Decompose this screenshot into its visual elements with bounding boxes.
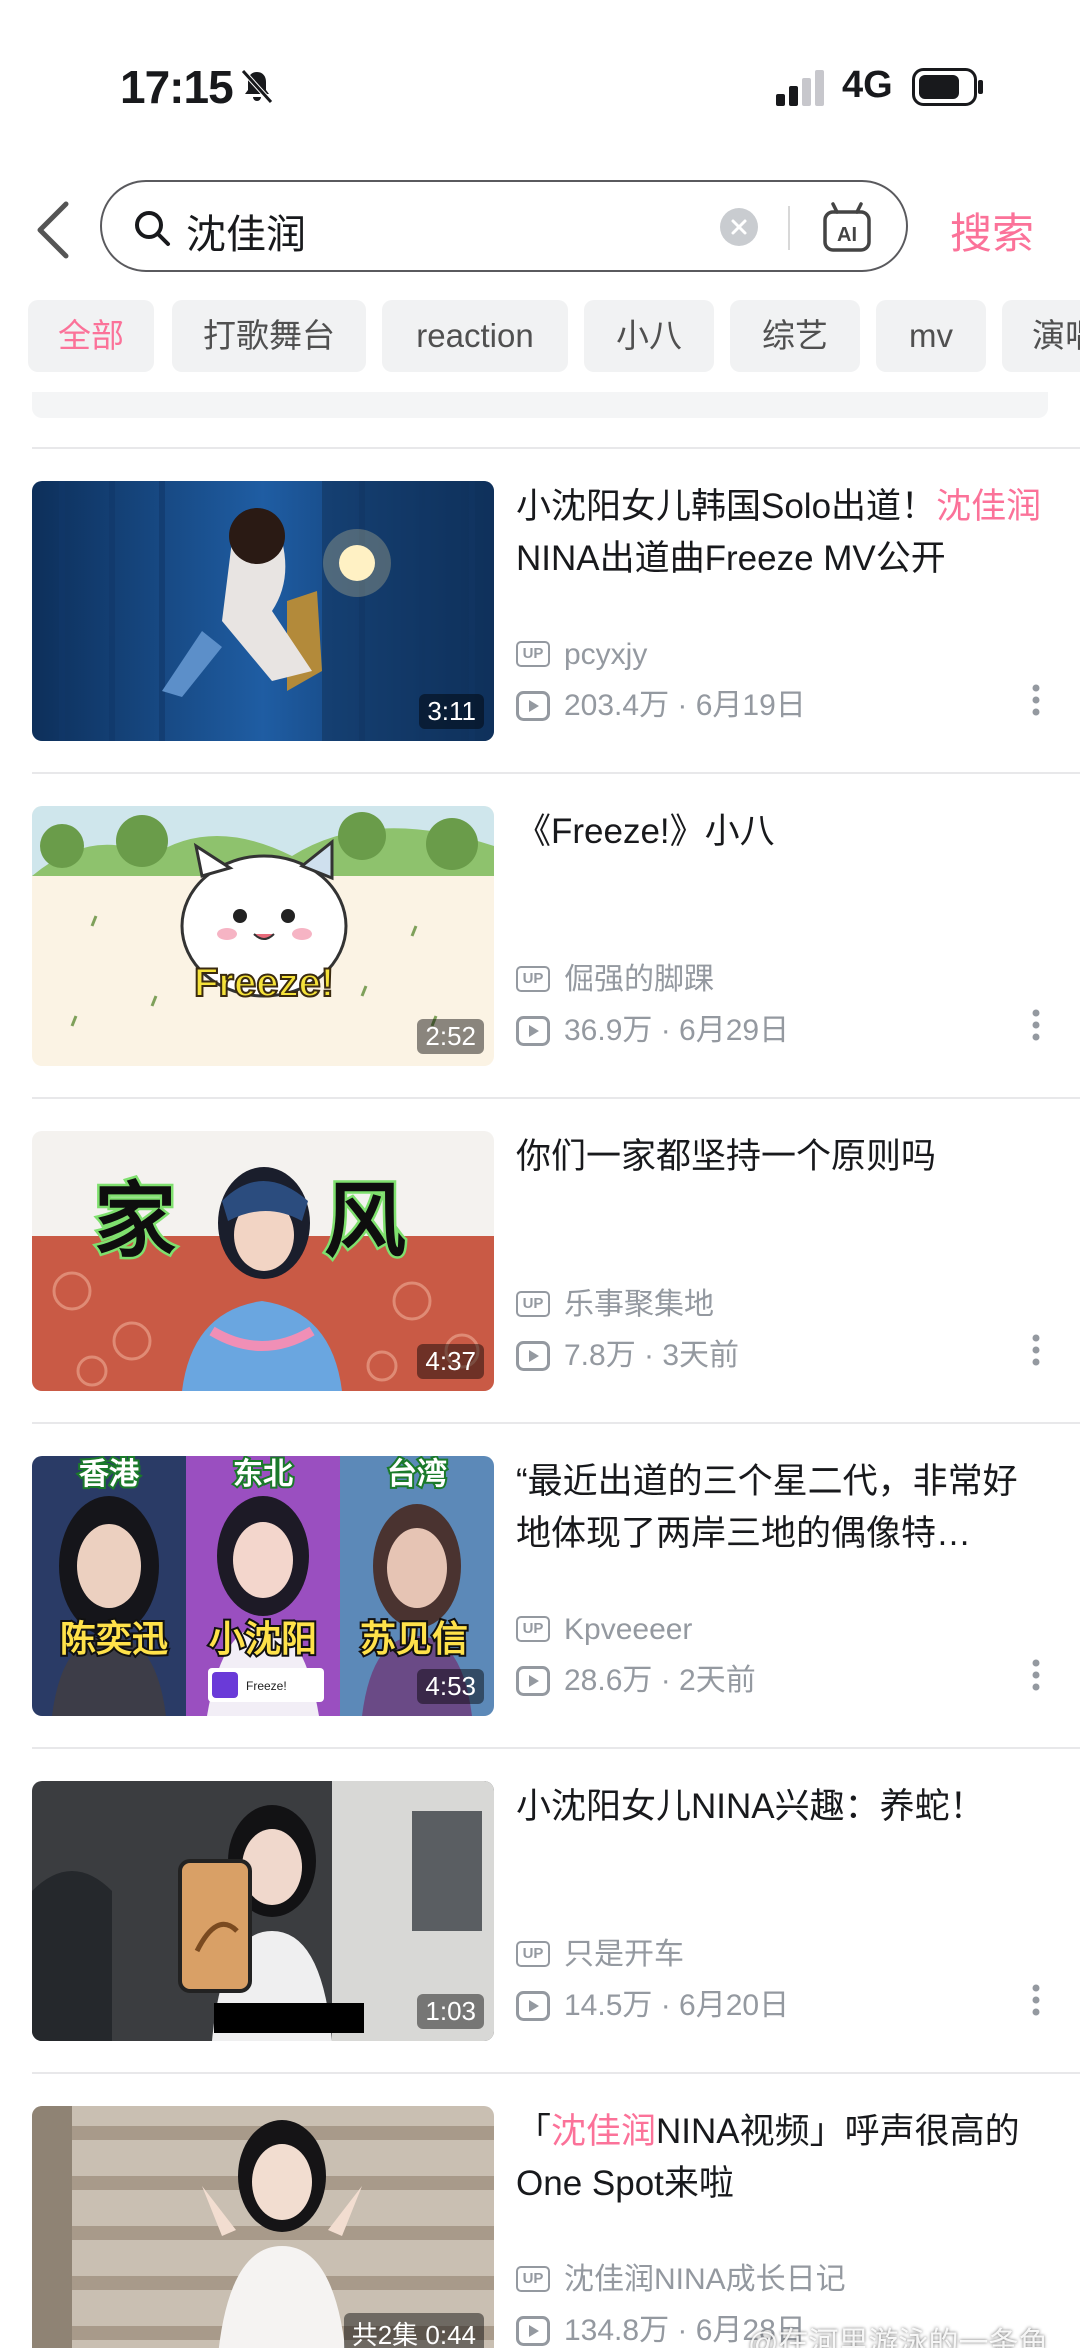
up-icon: UP: [516, 1941, 550, 1967]
video-thumbnail[interactable]: 共2集 0:44: [32, 2106, 494, 2348]
filter-tab-concert[interactable]: 演唱: [1002, 300, 1080, 372]
filter-tab-all[interactable]: 全部: [28, 300, 154, 372]
title-text: 你们一家都坚持一个原则吗: [516, 1137, 937, 1176]
title-text: 小沈阳女儿韩国Solo出道！: [516, 487, 937, 526]
filter-tabs: 全部 打歌舞台 reaction 小八 综艺 mv 演唱: [0, 300, 1080, 376]
video-item[interactable]: 香港 东北 台湾 陈奕迅 小沈阳 苏见信 Freeze! 4:53 “最近出道的…: [0, 1424, 1080, 1749]
ai-assistant-icon[interactable]: AI: [822, 200, 872, 256]
video-duration: 3:11: [419, 694, 484, 729]
title-text: 小沈阳女儿NINA兴趣：养蛇！: [516, 1787, 985, 1826]
filter-tab-reaction[interactable]: reaction: [382, 300, 568, 372]
signal-icon: [776, 70, 824, 106]
video-duration: 2:52: [417, 1019, 484, 1054]
title-highlight: 沈佳润: [936, 487, 1042, 526]
play-count-icon: [516, 1666, 550, 1696]
thumbnail-card-text: Freeze!: [246, 1679, 287, 1693]
up-icon: UP: [516, 2266, 550, 2292]
thumbnail-caption-left: 家: [94, 1174, 176, 1269]
status-time: 17:15: [120, 61, 234, 113]
status-bar: 17:15 4G: [0, 0, 1080, 170]
thumbnail-name-label: 陈奕迅: [60, 1618, 168, 1660]
video-title[interactable]: 小沈阳女儿韩国Solo出道！沈佳润 NINA出道曲Freeze MV公开: [516, 481, 1046, 585]
video-title[interactable]: 小沈阳女儿NINA兴趣：养蛇！: [516, 1781, 1046, 1833]
up-icon: UP: [516, 1616, 550, 1642]
thumbnail-name-label: 苏见信: [360, 1619, 468, 1660]
more-options-icon[interactable]: [1030, 1333, 1042, 1367]
video-duration: 4:53: [417, 1669, 484, 1704]
search-submit-button[interactable]: 搜索: [950, 200, 1034, 261]
close-icon: [731, 219, 747, 235]
search-query: 沈佳润: [186, 213, 306, 257]
filter-tab-stage[interactable]: 打歌舞台: [172, 300, 366, 372]
video-duration: 1:03: [417, 1994, 484, 2029]
views-date: 7.8万 · 3天前: [564, 1339, 740, 1372]
thumbnail-region-label: 东北: [233, 1457, 293, 1492]
search-header: 沈佳润 AI 搜索: [0, 170, 1080, 290]
thumbnail-region-label: 香港: [79, 1457, 140, 1492]
video-title[interactable]: “最近出道的三个星二代，非常好地体现了两岸三地的偶像特…: [516, 1456, 1046, 1560]
clear-button[interactable]: [720, 208, 758, 246]
thumbnail-region-label: 台湾: [387, 1457, 447, 1492]
collapsed-panel: [32, 392, 1048, 418]
uploader-name: 只是开车: [564, 1938, 684, 1971]
uploader-name: 沈佳润NINA成长日记: [564, 2263, 846, 2296]
battery-icon: [912, 68, 983, 106]
video-thumbnail[interactable]: 香港 东北 台湾 陈奕迅 小沈阳 苏见信 Freeze! 4:53: [32, 1456, 494, 1716]
network-type: 4G: [842, 64, 893, 106]
divider: [788, 206, 790, 250]
more-options-icon[interactable]: [1030, 683, 1042, 717]
filter-tab-xiaoba[interactable]: 小八: [584, 300, 714, 372]
more-options-icon[interactable]: [1030, 1983, 1042, 2017]
thumbnail-caption: Freeze!: [194, 961, 334, 1005]
title-text: 「: [516, 2112, 552, 2151]
play-count-icon: [516, 1991, 550, 2021]
views-date: 203.4万 · 6月19日: [564, 689, 806, 722]
thumbnail-name-label: 小沈阳: [209, 1619, 317, 1660]
up-icon: UP: [516, 966, 550, 992]
search-input[interactable]: 沈佳润 AI: [100, 180, 908, 272]
video-thumbnail[interactable]: 1:03: [32, 1781, 494, 2041]
more-options-icon[interactable]: [1030, 1658, 1042, 1692]
video-item[interactable]: 3:11 小沈阳女儿韩国Solo出道！沈佳润 NINA出道曲Freeze MV公开…: [0, 449, 1080, 774]
play-count-icon: [516, 2316, 550, 2346]
title-text: 《Freeze!》小八: [516, 812, 775, 851]
video-item[interactable]: 家 风 4:37 你们一家都坚持一个原则吗 UP 乐事聚集地 7.8万 · 3天…: [0, 1099, 1080, 1424]
views-date: 28.6万 · 2天前: [564, 1664, 756, 1697]
filter-tab-mv[interactable]: mv: [876, 300, 986, 372]
search-icon: [135, 211, 170, 246]
video-duration: 4:37: [417, 1344, 484, 1379]
video-title[interactable]: 你们一家都坚持一个原则吗: [516, 1131, 1046, 1183]
title-text: NINA出道曲Freeze MV公开: [516, 539, 946, 578]
svg-text:AI: AI: [837, 224, 857, 246]
watermark: @在河里游泳的一条鱼: [748, 2327, 1049, 2348]
video-thumbnail[interactable]: Freeze! 2:52: [32, 806, 494, 1066]
uploader-name: Kpveeeer: [564, 1613, 693, 1646]
uploader-name: 倔强的脚踝: [564, 963, 714, 996]
uploader-name: 乐事聚集地: [564, 1288, 714, 1321]
views-date: 36.9万 · 6月29日: [564, 1014, 790, 1047]
more-options-icon[interactable]: [1030, 1008, 1042, 1042]
bell-off-icon: [241, 69, 273, 104]
up-icon: UP: [516, 641, 550, 667]
video-title[interactable]: 《Freeze!》小八: [516, 806, 1046, 858]
play-count-icon: [516, 1341, 550, 1371]
video-thumbnail[interactable]: 家 风 4:37: [32, 1131, 494, 1391]
video-duration: 共2集 0:44: [343, 2313, 484, 2348]
video-item[interactable]: Freeze! 2:52 《Freeze!》小八 UP 倔强的脚踝 36.9万 …: [0, 774, 1080, 1099]
play-count-icon: [516, 691, 550, 721]
thumbnail-caption-right: 风: [324, 1174, 406, 1269]
uploader-name: pcyxjy: [564, 638, 648, 671]
video-title[interactable]: 「沈佳润NINA视频」呼声很高的One Spot来啦: [516, 2106, 1046, 2210]
thumbnail-art: [32, 2106, 494, 2348]
title-highlight: 沈佳润: [551, 2112, 657, 2151]
play-count-icon: [516, 1016, 550, 1046]
up-icon: UP: [516, 1291, 550, 1317]
video-thumbnail[interactable]: 3:11: [32, 481, 494, 741]
video-item[interactable]: 1:03 小沈阳女儿NINA兴趣：养蛇！ UP 只是开车 14.5万 · 6月2…: [0, 1749, 1080, 2074]
video-item[interactable]: 共2集 0:44 「沈佳润NINA视频」呼声很高的One Spot来啦 UP 沈…: [0, 2074, 1080, 2348]
title-text: “最近出道的三个星二代，非常好地体现了两岸三地的偶像特…: [516, 1462, 1018, 1553]
views-date: 14.5万 · 6月20日: [564, 1989, 790, 2022]
back-button[interactable]: [30, 198, 76, 262]
filter-tab-variety[interactable]: 综艺: [730, 300, 860, 372]
